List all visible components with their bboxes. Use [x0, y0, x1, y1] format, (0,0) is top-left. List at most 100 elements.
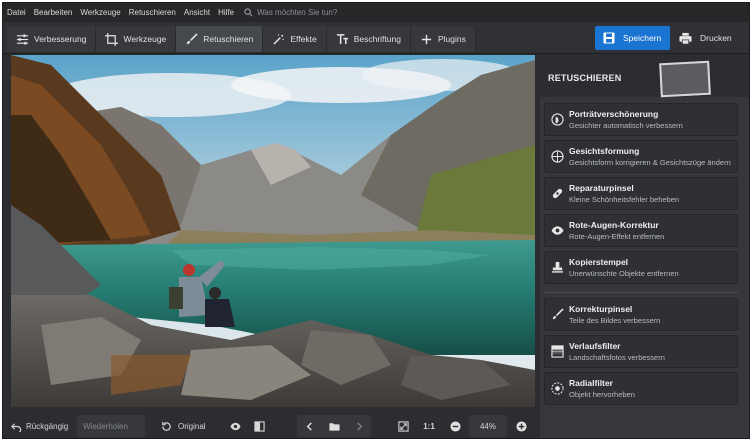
chevron-right-icon	[356, 421, 362, 431]
retouch-panel: RETUSCHIEREN Porträtverschönerung Gesicht…	[540, 55, 749, 438]
stamp-icon	[551, 261, 563, 273]
panel-title: RETUSCHIEREN	[548, 73, 622, 83]
tool-description: Teile des Bildes verbessern	[569, 316, 661, 325]
compare-icon	[253, 420, 265, 432]
previous-button[interactable]	[297, 421, 321, 432]
sliders-icon	[16, 33, 29, 45]
fit-screen-button[interactable]	[395, 415, 411, 437]
original-label: Original	[178, 421, 206, 431]
tab-plugins[interactable]: Plugins	[410, 26, 476, 52]
tool-radialfilter[interactable]: Radialfilter Objekt hervorheben	[544, 372, 738, 405]
tool-title: Porträtverschönerung	[569, 109, 659, 119]
zoom-in-button[interactable]	[513, 415, 529, 437]
tab-werkzeuge[interactable]: Werkzeuge	[96, 26, 177, 52]
printer-icon	[679, 32, 692, 44]
redo-button[interactable]: Wiederholen	[77, 415, 145, 437]
navigation-group	[297, 415, 371, 437]
tab-retuschieren[interactable]: Retuschieren	[176, 26, 264, 52]
undo-label: Rückgängig	[26, 421, 69, 431]
tool-description: Objekt hervorheben	[569, 390, 635, 399]
menu-datei[interactable]: Datei	[7, 8, 26, 17]
tool-description: Gesichter automatisch verbessern	[569, 121, 683, 130]
tool-description: Kleine Schönheitsfehler beheben	[569, 195, 680, 204]
photo-canvas[interactable]	[11, 55, 535, 407]
bandage-icon	[552, 188, 562, 199]
tab-label: Plugins	[437, 34, 466, 44]
radial-icon	[550, 382, 564, 395]
plus-icon	[421, 34, 432, 44]
search-placeholder: Was möchten Sie tun?	[257, 8, 338, 17]
save-button[interactable]: Speichern	[595, 26, 670, 50]
menu-ansicht[interactable]: Ansicht	[184, 8, 210, 17]
toolbar: Verbesserung Werkzeuge Retuschieren Effe…	[3, 22, 749, 54]
tab-label: Effekte	[290, 34, 317, 44]
tool-reparaturpinsel[interactable]: Reparaturpinsel Kleine Schönheitsfehler b…	[544, 177, 738, 210]
crop-icon	[105, 32, 119, 46]
tool-title: Korrekturpinsel	[569, 304, 633, 314]
tool-title: Radialfilter	[569, 378, 613, 388]
magic-wand-icon	[273, 33, 285, 45]
tool-description: Gesichtsform korrigieren & Gesichtszüge …	[569, 158, 731, 167]
tool-gesichtsformung[interactable]: Gesichtsformung Gesichtsform korrigieren …	[544, 140, 738, 173]
brush-icon	[552, 308, 564, 320]
tab-beschriftung[interactable]: Beschriftung	[326, 26, 411, 52]
fit-screen-icon	[397, 420, 409, 432]
tool-title: Verlaufsfilter	[569, 341, 621, 351]
tool-description: Unerwünschte Objekte entfernen	[569, 269, 679, 278]
panel-header: RETUSCHIEREN	[540, 55, 749, 98]
tool-title: Rote-Augen-Korrektur	[569, 220, 659, 230]
print-button[interactable]: Drucken	[675, 26, 745, 50]
menu-retuschieren[interactable]: Retuschieren	[129, 8, 176, 17]
save-label: Speichern	[623, 33, 662, 43]
tab-effekte[interactable]: Effekte	[263, 26, 327, 52]
eye-icon	[550, 226, 564, 235]
tool-title: Gesichtsformung	[569, 146, 640, 156]
search-icon	[244, 8, 253, 17]
gradient-icon	[550, 345, 564, 358]
tool-description: Rote-Augen-Effekt entfernen	[569, 232, 665, 241]
open-folder-button[interactable]	[321, 421, 347, 432]
tab-label: Verbesserung	[34, 34, 87, 44]
tool-portraitverschoenerung[interactable]: Porträtverschönerung Gesichter automatisc…	[544, 103, 738, 136]
tab-label: Beschriftung	[353, 34, 401, 44]
undo-icon	[11, 422, 22, 432]
menu-hilfe[interactable]: Hilfe	[218, 8, 234, 17]
portrait-icon	[550, 113, 564, 126]
zoom-level[interactable]: 44%	[469, 415, 507, 437]
compare-button[interactable]	[251, 415, 267, 437]
text-icon	[336, 33, 348, 44]
tab-verbesserung[interactable]: Verbesserung	[7, 26, 97, 52]
next-button[interactable]	[347, 421, 371, 432]
reset-icon	[162, 421, 171, 431]
redo-label: Wiederholen	[83, 421, 128, 431]
header-decoration-photo	[659, 60, 711, 98]
tool-title: Kopierstempel	[569, 257, 629, 267]
tool-description: Landschaftsfotos verbessern	[569, 353, 665, 362]
menu-search[interactable]: Was möchten Sie tun?	[244, 8, 337, 17]
undo-button[interactable]: Rückgängig	[11, 415, 73, 437]
menu-werkzeuge[interactable]: Werkzeuge	[80, 8, 120, 17]
eye-icon	[229, 422, 241, 430]
face-shape-icon	[550, 150, 564, 163]
tab-label: Retuschieren	[203, 34, 254, 44]
tool-kopierstempel[interactable]: Kopierstempel Unerwünschte Objekte entfer…	[544, 251, 738, 284]
minus-circle-icon	[449, 420, 461, 432]
print-label: Drucken	[700, 33, 732, 43]
preview-button[interactable]	[227, 415, 243, 437]
tab-bar: Verbesserung Werkzeuge Retuschieren Effe…	[7, 26, 476, 52]
landscape-photo	[11, 55, 535, 407]
folder-icon	[328, 422, 340, 431]
app-window: Datei Bearbeiten Werkzeuge Retuschieren …	[2, 2, 750, 439]
chevron-left-icon	[306, 421, 312, 431]
original-button[interactable]: Original	[161, 415, 219, 437]
menu-bearbeiten[interactable]: Bearbeiten	[34, 8, 73, 17]
floppy-icon	[603, 32, 615, 44]
tool-korrekturpinsel[interactable]: Korrekturpinsel Teile des Bildes verbesse…	[544, 298, 738, 331]
tool-rote-augen-korrektur[interactable]: Rote-Augen-Korrektur Rote-Augen-Effekt en…	[544, 214, 738, 247]
zoom-out-button[interactable]	[447, 415, 463, 437]
actual-size-button[interactable]: 1:1	[419, 415, 439, 437]
brush-icon	[187, 32, 198, 44]
tool-verlaufsfilter[interactable]: Verlaufsfilter Landschaftsfotos verbesser…	[544, 335, 738, 368]
panel-divider	[544, 292, 738, 293]
bottom-bar: Rückgängig Wiederholen Original 1:1 44%	[3, 411, 539, 438]
